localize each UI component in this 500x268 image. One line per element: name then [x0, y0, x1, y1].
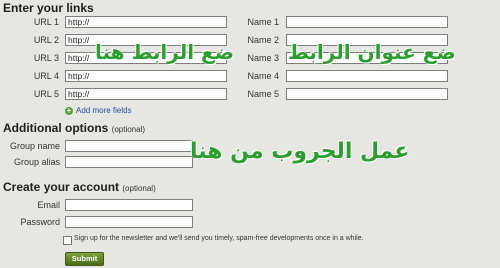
name-5-label: Name 5	[247, 89, 279, 99]
group-alias-input[interactable]	[65, 156, 193, 168]
additional-options-optional-tag: (optional)	[111, 125, 146, 134]
newsletter-text: Sign up for the newsletter and we'll sen…	[74, 235, 364, 242]
email-label: Email	[37, 200, 60, 210]
url-5-label: URL 5	[33, 89, 59, 99]
group-name-input[interactable]	[65, 140, 193, 152]
password-input[interactable]	[65, 216, 193, 228]
plus-icon: +	[65, 105, 73, 115]
url-4-input[interactable]: http://	[65, 70, 227, 82]
name-1-input[interactable]	[286, 16, 448, 28]
create-account-title: Create your account (optional)	[3, 180, 156, 194]
group-name-label: Group name	[9, 141, 60, 151]
name-5-input[interactable]	[286, 88, 448, 100]
additional-options-heading: Additional options	[3, 121, 109, 135]
submit-button[interactable]: Submit	[65, 252, 104, 266]
email-input[interactable]	[65, 199, 193, 211]
url-1-label: URL 1	[33, 17, 59, 27]
newsletter-checkbox[interactable]	[63, 236, 72, 245]
overlay-make-group-here: عمل الجروب من هنا	[190, 139, 410, 164]
name-4-label: Name 4	[247, 71, 279, 81]
overlay-put-link-here: ضع الرابط هنا	[95, 40, 235, 64]
url-4-label: URL 4	[33, 71, 59, 81]
name-2-label: Name 2	[247, 35, 279, 45]
url-1-input[interactable]: http://	[65, 16, 227, 28]
name-3-label: Name 3	[247, 53, 279, 63]
url-3-label: URL 3	[33, 53, 59, 63]
add-more-fields-link[interactable]: + Add more fields	[65, 106, 132, 115]
name-4-input[interactable]	[286, 70, 448, 82]
create-account-optional-tag: (optional)	[122, 184, 156, 193]
create-account-heading: Create your account	[3, 180, 120, 194]
password-label: Password	[20, 217, 60, 227]
overlay-put-link-title: ضع عنوان الرابط	[288, 40, 456, 64]
url-2-label: URL 2	[33, 35, 59, 45]
group-alias-label: Group alias	[13, 157, 60, 167]
name-1-label: Name 1	[247, 17, 279, 27]
url-5-input[interactable]: http://	[65, 88, 227, 100]
additional-options-title: Additional options (optional)	[3, 121, 145, 135]
links-section-title: Enter your links	[3, 1, 94, 15]
add-more-fields-label: Add more fields	[76, 106, 132, 115]
